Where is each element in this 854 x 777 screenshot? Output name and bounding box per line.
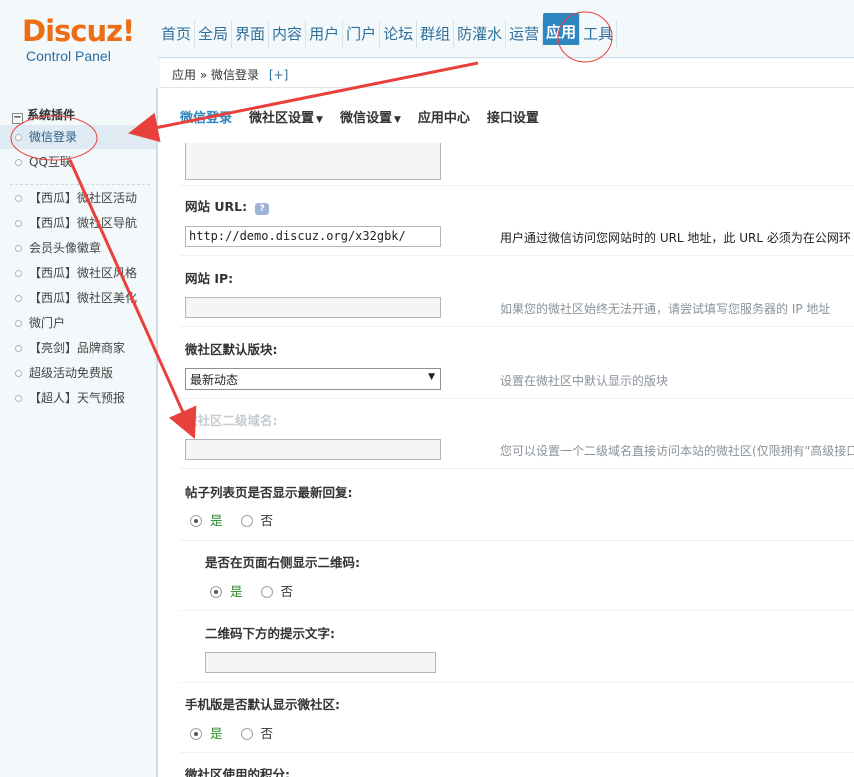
collapse-icon[interactable]: −	[12, 113, 23, 124]
radio-yes-label[interactable]: 是	[210, 513, 223, 528]
default-forum-tip: 设置在微社区中默认显示的版块	[500, 374, 669, 388]
sidebar-item[interactable]: 【西瓜】微社区美化	[0, 286, 156, 310]
row-divider	[180, 185, 854, 186]
breadcrumb-section[interactable]: 应用	[172, 68, 196, 82]
mobile-default-label: 手机版是否默认显示微社区:	[185, 697, 340, 712]
row-divider	[180, 326, 854, 327]
sidebar-item[interactable]: 会员头像徽章	[0, 236, 156, 260]
tab-api-settings[interactable]: 接口设置	[487, 107, 539, 126]
top-nav-item[interactable]: 全局	[195, 20, 233, 48]
dropdown-arrow-icon: ▼	[428, 372, 435, 382]
top-nav-item[interactable]: 用户	[306, 20, 344, 48]
tab-community-settings[interactable]: 微社区设置 ▼	[249, 107, 323, 126]
top-nav-item[interactable]: 论坛	[380, 20, 418, 48]
radio-no-label[interactable]: 否	[281, 584, 294, 599]
sidebar-item-qq-connect[interactable]: QQ互联	[0, 150, 156, 174]
top-nav-item[interactable]: 门户	[343, 20, 381, 48]
plugin-tabs: 微信登录 微社区设置 ▼ 微信设置 ▼ 应用中心 接口设置	[180, 107, 556, 126]
site-url-label: 网站 URL:?	[185, 196, 270, 215]
site-url-input[interactable]: http://demo.discuz.org/x32gbk/	[185, 226, 441, 247]
sidebar-item[interactable]: 【超人】天气预报	[0, 386, 156, 410]
row-divider	[180, 610, 854, 611]
sidebar-item[interactable]: 【亮剑】品牌商家	[0, 336, 156, 360]
top-nav-item[interactable]: 内容	[269, 20, 307, 48]
row-divider	[180, 398, 854, 399]
header: Discuz! Control Panel 首页 全局 界面 内容 用户 门户 论坛 群组 防灌…	[0, 0, 854, 88]
help-icon[interactable]: ?	[255, 203, 270, 215]
show-qrcode-no-radio[interactable]	[260, 586, 273, 598]
default-forum-select[interactable]: 最新动态 ▼	[185, 368, 441, 390]
site-url-tip: 用户通过微信访问您网站时的 URL 地址，此 URL 必须为在公网环	[500, 231, 851, 245]
sidebar-item[interactable]: 【西瓜】微社区导航	[0, 211, 156, 235]
subdomain-input[interactable]	[185, 439, 441, 460]
qrcode-tip-input[interactable]	[205, 652, 436, 673]
show-reply-radio-group: 是 否	[190, 510, 273, 529]
mobile-default-radio-group: 是 否	[190, 723, 273, 742]
top-nav-item[interactable]: 应用	[543, 13, 581, 45]
textarea-field[interactable]	[185, 143, 441, 180]
subdomain-label: 微社区二级域名:	[185, 413, 278, 428]
radio-yes-label[interactable]: 是	[230, 584, 243, 599]
sidebar-item[interactable]: 【西瓜】微社区风格	[0, 261, 156, 285]
default-forum-label: 微社区默认版块:	[185, 342, 278, 357]
logo[interactable]: Discuz! Control Panel	[22, 14, 135, 64]
sidebar-heading-label: 系统插件	[27, 108, 76, 122]
logo-brand: Discuz!	[22, 14, 135, 48]
caret-down-icon: ▼	[316, 115, 323, 125]
mobile-default-yes-radio[interactable]	[190, 728, 202, 740]
breadcrumb-separator: »	[199, 68, 208, 82]
top-nav-item[interactable]: 防灌水	[454, 20, 507, 48]
radio-no-label[interactable]: 否	[261, 513, 274, 528]
radio-no-label[interactable]: 否	[261, 726, 274, 741]
site-ip-label: 网站 IP:	[185, 271, 234, 286]
breadcrumb: 应用 » 微信登录 [+]	[160, 59, 854, 88]
breadcrumb-page: 微信登录	[211, 68, 260, 82]
row-divider	[180, 468, 854, 469]
top-nav-item[interactable]: 群组	[417, 20, 455, 48]
top-nav-item[interactable]: 界面	[232, 20, 270, 48]
sidebar-item[interactable]: 【西瓜】微社区活动	[0, 186, 156, 210]
sidebar-item[interactable]: 微门户	[0, 311, 156, 335]
sidebar-item-wechat-login[interactable]: 微信登录	[0, 125, 156, 149]
tab-wechat-login[interactable]: 微信登录	[180, 107, 232, 126]
tab-wechat-settings[interactable]: 微信设置 ▼	[340, 107, 401, 126]
show-reply-no-radio[interactable]	[240, 515, 253, 527]
top-nav-item[interactable]: 工具	[580, 20, 618, 48]
qrcode-tip-label: 二维码下方的提示文字:	[205, 626, 335, 641]
tab-app-center[interactable]: 应用中心	[418, 107, 470, 126]
radio-yes-label[interactable]: 是	[210, 726, 223, 741]
mobile-default-no-radio[interactable]	[240, 728, 253, 740]
show-qrcode-label: 是否在页面右侧显示二维码:	[205, 555, 360, 570]
site-ip-tip: 如果您的微社区始终无法开通，请尝试填写您服务器的 IP 地址	[500, 302, 831, 316]
site-ip-input[interactable]	[185, 297, 441, 318]
caret-down-icon: ▼	[393, 115, 401, 125]
row-divider	[180, 540, 854, 541]
show-qrcode-radio-group: 是 否	[210, 581, 293, 600]
row-divider	[180, 255, 854, 256]
sidebar-heading[interactable]: − 系统插件	[12, 106, 75, 124]
top-navigation: 首页 全局 界面 内容 用户 门户 论坛 群组 防灌水 运营 应用 工具	[158, 0, 854, 58]
subdomain-tip: 您可以设置一个二级域名直接访问本站的微社区(仅限拥有"高级接口	[500, 444, 854, 458]
top-nav-item[interactable]: 首页	[158, 20, 196, 48]
show-qrcode-yes-radio[interactable]	[210, 586, 222, 598]
add-shortcut-link[interactable]: [+]	[269, 68, 288, 82]
logo-subtitle: Control Panel	[26, 48, 111, 64]
main-content: 微信登录 微社区设置 ▼ 微信设置 ▼ 应用中心 接口设置 网站 URL:? htt…	[160, 88, 854, 777]
top-nav-list: 首页 全局 界面 内容 用户 门户 论坛 群组 防灌水 运营 应用 工具	[158, 13, 618, 48]
show-reply-label: 帖子列表页是否显示最新回复:	[185, 485, 353, 500]
row-divider	[180, 752, 854, 753]
top-nav-item[interactable]: 运营	[506, 20, 544, 48]
sidebar: − 系统插件 微信登录 QQ互联 【西瓜】微社区活动 【西瓜】微社区导航 会员头像…	[0, 88, 158, 777]
sidebar-item[interactable]: 超级活动免费版	[0, 361, 156, 385]
credits-label: 微社区使用的积分:	[185, 767, 290, 777]
row-divider	[180, 682, 854, 683]
sidebar-divider	[10, 184, 150, 185]
show-reply-yes-radio[interactable]	[190, 515, 202, 527]
